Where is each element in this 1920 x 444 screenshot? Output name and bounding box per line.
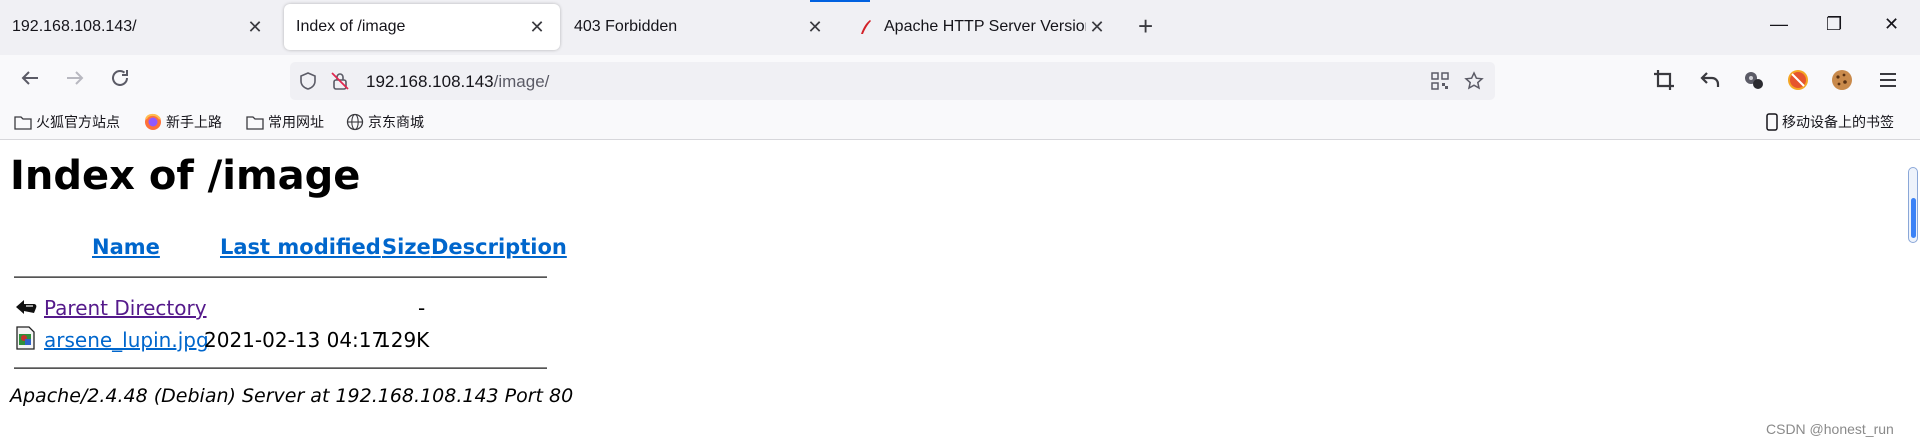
url-path: /image/ <box>493 72 550 91</box>
column-last-modified-link[interactable]: Last modified <box>220 235 381 259</box>
url-bar[interactable]: 192.168.108.143/image/ <box>290 62 1495 100</box>
file-link-arsene-lupin[interactable]: arsene_lupin.jpg <box>44 328 209 352</box>
tab-close-icon[interactable]: ✕ <box>1086 17 1108 38</box>
insecure-lock-icon[interactable] <box>330 71 350 91</box>
extensions-icon[interactable] <box>1742 68 1766 92</box>
bookmark-label: 移动设备上的书签 <box>1782 114 1894 130</box>
tab-title: Apache HTTP Server Version <box>884 18 1086 35</box>
tab-close-icon[interactable]: ✕ <box>804 17 826 38</box>
cookie-blocker-icon[interactable] <box>1786 68 1810 92</box>
vertical-scrollbar[interactable] <box>1906 141 1920 444</box>
bookmark-firefox-official[interactable]: 火狐官方站点 <box>14 112 120 132</box>
bookmark-label: 火狐官方站点 <box>36 114 120 130</box>
tab-title: 403 Forbidden <box>574 18 678 35</box>
column-size-link[interactable]: Size <box>382 235 431 259</box>
parent-directory-link[interactable]: Parent Directory <box>44 296 207 320</box>
server-signature: Apache/2.4.48 (Debian) Server at 192.168… <box>10 385 574 407</box>
watermark: CSDN @honest_run <box>1766 421 1894 437</box>
reload-icon <box>112 69 128 86</box>
tab-close-icon[interactable]: ✕ <box>244 17 266 38</box>
bookmarks-toolbar: 火狐官方站点 新手上路 常用网址 京东商城 移动设备上的书签 <box>0 105 1920 140</box>
column-description-link[interactable]: Description <box>431 235 567 259</box>
qr-code-icon[interactable] <box>1430 71 1450 91</box>
tab-title: 192.168.108.143/ <box>12 18 137 35</box>
mobile-device-icon <box>1766 113 1778 131</box>
bookmark-label: 新手上路 <box>166 114 222 130</box>
bookmark-label: 常用网址 <box>268 114 324 130</box>
divider <box>14 367 547 369</box>
column-name-link[interactable]: Name <box>92 235 160 259</box>
tab-close-icon[interactable]: ✕ <box>526 17 548 38</box>
reload-button[interactable] <box>106 66 134 94</box>
navigation-toolbar: 192.168.108.143/image/ <box>0 55 1920 105</box>
restore-button[interactable]: ❐ <box>1826 14 1842 35</box>
page-content: Index of /image Name Last modified Size … <box>0 141 1906 444</box>
folder-icon <box>14 116 32 130</box>
screenshot-crop-icon[interactable] <box>1652 68 1676 92</box>
row-size: 129K <box>378 328 430 352</box>
bookmark-jd-mall[interactable]: 京东商城 <box>346 112 424 132</box>
tab-apache-docs[interactable]: Apache HTTP Server Version ✕ <box>846 4 1120 50</box>
bookmark-star-icon[interactable] <box>1464 71 1484 91</box>
row-last-modified: 2021-02-13 04:17 <box>204 328 385 352</box>
bookmark-label: 京东商城 <box>368 114 424 130</box>
shield-icon[interactable] <box>298 71 318 91</box>
menu-icon[interactable] <box>1876 68 1900 92</box>
cookie-icon[interactable] <box>1830 68 1854 92</box>
forward-icon <box>67 71 84 85</box>
tab-root[interactable]: 192.168.108.143/ ✕ <box>0 4 278 50</box>
url-host: 192.168.108.143 <box>366 72 494 91</box>
minimize-button[interactable]: — <box>1770 14 1788 35</box>
globe-icon <box>346 113 364 131</box>
back-folder-icon <box>16 300 37 314</box>
tab-strip: 192.168.108.143/ ✕ Index of /image ✕ 403… <box>0 0 1920 55</box>
tab-403-forbidden[interactable]: 403 Forbidden ✕ <box>562 4 838 50</box>
back-icon <box>21 71 38 85</box>
image-file-icon <box>16 326 35 350</box>
bookmark-common-sites[interactable]: 常用网址 <box>246 112 324 132</box>
tab-title: Index of /image <box>296 18 406 35</box>
tab-index-of-image[interactable]: Index of /image ✕ <box>284 4 560 50</box>
undo-icon[interactable] <box>1698 68 1722 92</box>
scrollbar-thumb[interactable] <box>1908 167 1918 243</box>
row-size: - <box>418 296 426 320</box>
mobile-bookmarks[interactable]: 移动设备上的书签 <box>1766 112 1894 132</box>
apache-feather-icon <box>861 20 871 34</box>
url-text[interactable]: 192.168.108.143/image/ <box>366 72 549 92</box>
divider <box>14 276 547 278</box>
page-title: Index of /image <box>10 153 361 199</box>
firefox-icon <box>145 113 161 130</box>
window-close-button[interactable]: ✕ <box>1884 14 1899 35</box>
folder-icon <box>246 116 264 130</box>
new-tab-button[interactable]: + <box>1138 12 1153 40</box>
tab-drag-indicator <box>810 0 870 2</box>
back-button[interactable] <box>16 66 44 94</box>
forward-button[interactable] <box>61 66 89 94</box>
bookmark-getting-started[interactable]: 新手上路 <box>144 112 222 132</box>
